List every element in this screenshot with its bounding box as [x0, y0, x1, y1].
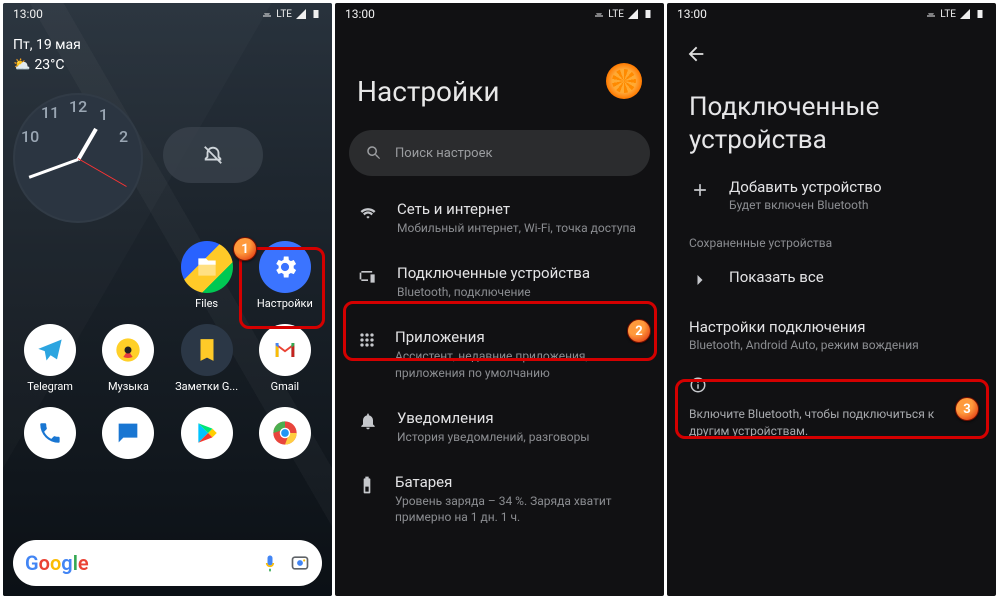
phone-icon	[24, 407, 76, 459]
telegram-icon	[24, 324, 76, 376]
status-icons: LTE	[925, 8, 986, 20]
status-bar: 13:00 LTE	[335, 3, 664, 25]
app-notes[interactable]: Заметки G...	[170, 324, 244, 393]
plus-icon	[689, 180, 711, 200]
app-play-store[interactable]	[170, 407, 244, 459]
saved-devices-label: Сохраненные устройства	[667, 226, 996, 254]
wifi-icon	[357, 202, 379, 222]
app-chrome[interactable]	[248, 407, 322, 459]
app-gmail[interactable]: Gmail	[248, 324, 322, 393]
music-icon	[102, 324, 154, 376]
google-search-bar[interactable]: Google	[13, 540, 322, 586]
app-messages[interactable]	[91, 407, 165, 459]
messages-icon	[102, 407, 154, 459]
files-icon	[181, 241, 233, 293]
settings-item-notifications[interactable]: УведомленияИстория уведомлений, разговор…	[335, 395, 664, 459]
annotation-badge-1: 1	[233, 237, 257, 261]
show-all-item[interactable]: Показать все	[667, 254, 996, 304]
devices-icon	[357, 266, 379, 286]
annotation-box-3	[675, 379, 989, 439]
connected-title: Подключенные устройства	[667, 69, 996, 164]
profile-avatar[interactable]	[606, 63, 642, 99]
date-text[interactable]: Пт, 19 мая	[13, 37, 322, 53]
dnd-toggle[interactable]	[163, 127, 263, 183]
weather-widget[interactable]: ⛅ 23°C	[13, 57, 322, 73]
mic-icon[interactable]	[260, 553, 280, 573]
gmail-icon	[259, 324, 311, 376]
analog-clock-widget[interactable]: 12 1 2 11 10	[13, 93, 143, 223]
status-time: 13:00	[13, 7, 43, 21]
status-bar: 13:00 LTE	[3, 3, 332, 25]
back-button[interactable]	[667, 25, 996, 69]
chrome-icon	[259, 407, 311, 459]
bell-icon	[357, 411, 379, 431]
annotation-box-1	[239, 247, 325, 329]
status-time: 13:00	[677, 7, 707, 21]
notes-icon	[181, 324, 233, 376]
add-device-item[interactable]: Добавить устройствоБудет включен Bluetoo…	[667, 164, 996, 226]
app-music[interactable]: Музыка	[91, 324, 165, 393]
chevron-right-icon	[689, 270, 711, 290]
annotation-box-2	[343, 301, 657, 361]
status-icons: LTE	[593, 8, 654, 20]
status-icons: LTE	[261, 8, 322, 20]
annotation-badge-3: 3	[955, 397, 979, 421]
annotation-badge-2: 2	[627, 319, 651, 343]
search-icon	[365, 144, 383, 162]
connection-preferences-item[interactable]: Настройки подключенияBluetooth, Android …	[667, 304, 996, 366]
status-bar: 13:00 LTE	[667, 3, 996, 25]
weather-icon: ⛅	[13, 57, 30, 73]
app-telegram[interactable]: Telegram	[13, 324, 87, 393]
lens-icon[interactable]	[290, 553, 310, 573]
app-phone[interactable]	[13, 407, 87, 459]
connected-devices-screen: 13:00 LTE Подключенные устройства Добави…	[667, 3, 996, 596]
google-logo-icon: Google	[25, 551, 89, 575]
settings-screen: 13:00 LTE Настройки Поиск настроек Сеть …	[335, 3, 664, 596]
battery-icon	[357, 475, 377, 495]
status-time: 13:00	[345, 7, 375, 21]
settings-search[interactable]: Поиск настроек	[349, 130, 650, 176]
home-screen: 13:00 LTE Пт, 19 мая ⛅ 23°C 12 1 2 11 10	[3, 3, 332, 596]
weather-temp: 23°C	[34, 57, 64, 73]
settings-item-battery[interactable]: БатареяУровень заряда – 34 %. Заряда хва…	[335, 459, 664, 539]
settings-item-network[interactable]: Сеть и интернетМобильный интернет, Wi-Fi…	[335, 186, 664, 250]
play-store-icon	[181, 407, 233, 459]
search-placeholder: Поиск настроек	[395, 146, 493, 161]
